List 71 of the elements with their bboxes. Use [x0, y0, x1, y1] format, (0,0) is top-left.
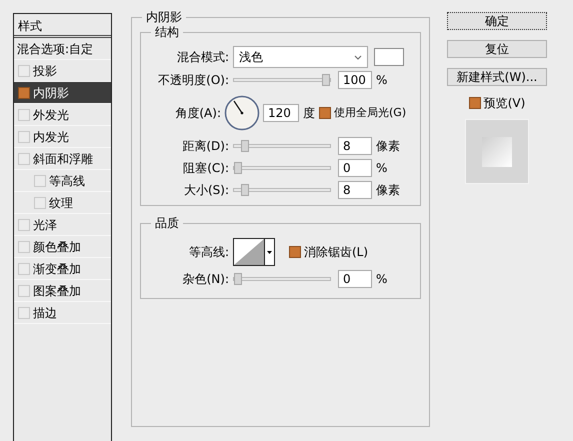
slider-thumb[interactable]	[322, 74, 330, 86]
number-field[interactable]: 120	[263, 104, 299, 122]
style-list-item[interactable]: 斜面和浮雕	[14, 148, 111, 170]
style-name: 投影	[33, 62, 57, 80]
list-header: 样式	[14, 14, 111, 38]
style-list-item[interactable]: 渐变叠加	[14, 258, 111, 280]
style-list-item[interactable]: 图案叠加	[14, 280, 111, 302]
style-name: 图案叠加	[33, 282, 81, 300]
blend-options-item[interactable]: 混合选项:自定	[14, 38, 111, 60]
number-field[interactable]: 8	[338, 181, 372, 199]
style-name: 描边	[33, 304, 57, 322]
style-list-item[interactable]: 等高线	[14, 170, 111, 192]
checkbox[interactable]	[18, 86, 30, 98]
blend-mode-dropdown[interactable]: 浅色	[233, 46, 368, 68]
style-name: 外发光	[33, 106, 69, 124]
style-list-item[interactable]: 内发光	[14, 126, 111, 148]
style-name: 内阴影	[33, 84, 69, 102]
style-list-item[interactable]: 内阴影	[14, 82, 111, 104]
contour-curve-icon	[234, 239, 264, 265]
unit-label: 度	[303, 105, 315, 122]
unit-label: %	[376, 72, 388, 89]
field-label: 杂色(N):	[182, 271, 229, 288]
chevron-down-icon	[354, 54, 362, 60]
unit-label: %	[376, 160, 388, 177]
unit-label: 像素	[376, 182, 400, 199]
field-label: 等高线:	[188, 244, 229, 261]
dialog-button[interactable]: 新建样式(W)...	[447, 68, 547, 86]
group-title: 品质	[151, 215, 183, 231]
style-name: 斜面和浮雕	[33, 150, 93, 168]
group-title: 内阴影	[142, 9, 186, 25]
dialog-button[interactable]: 复位	[447, 40, 547, 58]
style-name: 纹理	[49, 194, 73, 212]
style-list-item[interactable]: 描边	[14, 302, 111, 324]
color-swatch[interactable]	[374, 48, 404, 66]
contour-picker[interactable]	[233, 238, 275, 266]
style-name: 光泽	[33, 216, 57, 234]
preview-thumbnail	[465, 119, 529, 184]
field-label: 阻塞(C):	[182, 160, 229, 177]
number-field[interactable]: 0	[338, 159, 372, 177]
style-name: 内发光	[33, 128, 69, 146]
checkbox[interactable]	[319, 107, 331, 119]
number-field[interactable]: 0	[338, 270, 372, 288]
field-label: 混合模式:	[176, 49, 229, 66]
caret-down-icon	[267, 250, 272, 254]
style-list-item[interactable]: 光泽	[14, 214, 111, 236]
number-field[interactable]: 8	[338, 137, 372, 155]
dialog-button[interactable]: 确定	[447, 12, 547, 30]
style-name: 渐变叠加	[33, 260, 81, 278]
slider-thumb[interactable]	[234, 273, 242, 285]
checkbox-label: 消除锯齿(L)	[304, 244, 368, 261]
checkbox-label: 预览(V)	[484, 95, 526, 112]
style-list-item[interactable]: 颜色叠加	[14, 236, 111, 258]
unit-label: 像素	[376, 138, 400, 155]
checkbox-label: 使用全局光(G)	[334, 104, 406, 121]
unit-label: %	[376, 271, 388, 288]
field-label: 角度(A):	[174, 105, 221, 122]
style-name: 等高线	[49, 172, 85, 190]
checkbox[interactable]	[468, 97, 481, 109]
field-label: 距离(D):	[181, 138, 229, 155]
group-title: 结构	[151, 24, 183, 40]
angle-dial-icon[interactable]	[224, 95, 260, 131]
slider-thumb[interactable]	[241, 184, 250, 196]
style-name: 颜色叠加	[33, 238, 81, 256]
field-label: 大小(S):	[182, 182, 229, 199]
checkbox[interactable]	[289, 246, 301, 258]
slider-thumb[interactable]	[241, 140, 250, 152]
style-list-item[interactable]: 纹理	[14, 192, 111, 214]
slider-thumb[interactable]	[234, 162, 242, 174]
field-label: 不透明度(O):	[157, 72, 229, 89]
style-list-item[interactable]: 外发光	[14, 104, 111, 126]
number-field[interactable]: 100	[338, 71, 372, 89]
